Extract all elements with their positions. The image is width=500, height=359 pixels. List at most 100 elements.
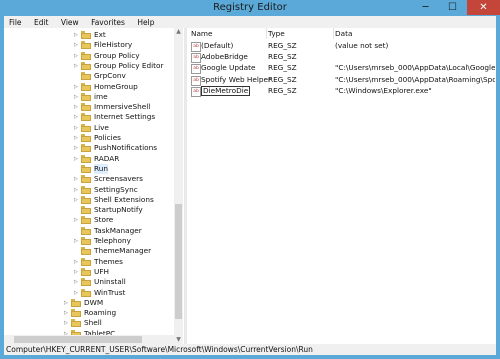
scroll-up-icon[interactable]: ▲ — [174, 28, 183, 36]
string-value-icon: ab — [191, 64, 201, 75]
registry-editor-window: Registry Editor ─ ☐ ✕ File Edit View Fav… — [0, 0, 500, 359]
value-row[interactable]: ab DieMetroDie REG_SZ "C:\Windows\Explorer.… — [187, 85, 496, 97]
tree-item-label: ime — [94, 91, 108, 101]
expand-arrow-icon[interactable]: ▷ — [74, 133, 80, 143]
string-value-icon: ab — [191, 42, 201, 52]
string-value-icon: ab — [191, 86, 201, 97]
folder-icon — [81, 134, 91, 142]
close-button[interactable]: ✕ — [467, 0, 500, 15]
column-header-name[interactable]: Name — [187, 28, 267, 39]
folder-icon — [81, 267, 91, 276]
expand-arrow-icon[interactable]: ▷ — [74, 102, 80, 112]
tree-item-label: ThemeManager — [94, 246, 152, 256]
tree-item-label: FileHistory — [94, 40, 133, 50]
expand-arrow-icon[interactable]: ▷ — [74, 257, 80, 267]
value-data: (value not set) — [335, 41, 389, 50]
expand-arrow-icon[interactable]: ▷ — [74, 61, 80, 71]
expand-arrow-icon[interactable] — [74, 205, 80, 215]
column-header-type[interactable]: Type — [267, 28, 334, 39]
tree-item-label: PushNotifications — [94, 143, 157, 153]
expand-arrow-icon[interactable] — [74, 164, 80, 174]
expand-arrow-icon[interactable]: ▷ — [74, 143, 80, 153]
tree-item-label: Ext — [94, 30, 106, 39]
folder-icon — [71, 309, 81, 318]
expand-arrow-icon[interactable]: ▷ — [74, 185, 80, 195]
expand-arrow-icon[interactable]: ▷ — [74, 288, 80, 298]
tree-vertical-scrollbar[interactable]: ▲ ▼ — [174, 28, 183, 344]
expand-arrow-icon[interactable]: ▷ — [74, 30, 80, 40]
expand-arrow-icon[interactable]: ▷ — [74, 215, 80, 225]
expand-arrow-icon[interactable]: ▷ — [64, 318, 70, 328]
folder-icon — [81, 185, 91, 194]
expand-arrow-icon[interactable]: ▷ — [74, 277, 80, 287]
expand-arrow-icon[interactable] — [74, 226, 80, 236]
value-data: "C:\Users\mrseb_000\AppData\Local\Google… — [335, 63, 495, 73]
value-name-edit-field[interactable]: DieMetroDie — [201, 85, 251, 96]
folder-icon — [81, 206, 91, 215]
tree-item-label: ImmersiveShell — [94, 102, 151, 112]
expand-arrow-icon[interactable]: ▷ — [74, 195, 80, 205]
expand-arrow-icon[interactable]: ▷ — [74, 236, 80, 246]
expand-arrow-icon[interactable]: ▷ — [74, 267, 80, 277]
expand-arrow-icon[interactable]: ▷ — [74, 51, 80, 61]
tree-item-label: Screensavers — [94, 174, 143, 184]
menu-help[interactable]: Help — [132, 16, 159, 28]
expand-arrow-icon[interactable]: ▷ — [74, 174, 80, 184]
key-tree: ▷ Ext ▷ FileHistory ▷ Group Policy ▷ Group Poli… — [4, 28, 182, 344]
menu-view[interactable]: View — [56, 16, 84, 28]
folder-icon — [81, 144, 91, 153]
expand-arrow-icon[interactable]: ▷ — [64, 308, 70, 318]
expand-arrow-icon[interactable]: ▷ — [74, 154, 80, 164]
tree-item-label: DWM — [84, 297, 104, 307]
folder-icon — [81, 82, 91, 91]
value-type: REG_SZ — [268, 41, 297, 50]
expand-arrow-icon[interactable]: ▷ — [74, 40, 80, 50]
string-value-icon: ab — [191, 75, 201, 86]
menu-file[interactable]: File — [4, 16, 27, 28]
value-type: REG_SZ — [268, 52, 297, 62]
tree-item-label: Group Policy — [94, 50, 140, 60]
title-bar[interactable]: Registry Editor ─ ☐ ✕ — [0, 0, 500, 16]
maximize-button[interactable]: ☐ — [440, 0, 465, 15]
tree-item-label: UFH — [94, 266, 110, 276]
tree-item-label: WinTrust — [94, 287, 126, 297]
column-header-data[interactable]: Data — [334, 28, 496, 39]
expand-arrow-icon[interactable]: ▷ — [74, 92, 80, 102]
expand-arrow-icon[interactable]: ▷ — [74, 112, 80, 122]
expand-arrow-icon[interactable] — [74, 71, 80, 81]
folder-icon — [81, 41, 91, 50]
folder-icon — [71, 319, 81, 328]
folder-icon — [81, 123, 91, 132]
tree-item-label: Shell — [84, 318, 102, 328]
value-row[interactable]: ab Google Update REG_SZ "C:\Users\mrseb_000… — [187, 63, 496, 75]
value-name: (Default) — [201, 41, 234, 50]
string-value-icon: ab — [191, 53, 201, 64]
expand-arrow-icon[interactable]: ▷ — [74, 123, 80, 133]
minimize-button[interactable]: ─ — [413, 0, 438, 15]
expand-arrow-icon[interactable]: ▷ — [74, 82, 80, 92]
menu-favorites[interactable]: Favorites — [86, 16, 130, 28]
scroll-thumb[interactable] — [175, 204, 182, 319]
value-type: REG_SZ — [268, 74, 297, 84]
values-pane: Name Type Data ab (Default) REG_SZ (value n… — [187, 28, 496, 344]
value-row[interactable]: ab AdobeBridge REG_SZ — [187, 52, 496, 64]
hscroll-thumb[interactable] — [14, 336, 142, 343]
folder-icon — [81, 92, 91, 101]
tree-item-label: Themes — [94, 256, 123, 266]
expand-arrow-icon[interactable] — [74, 246, 80, 256]
scroll-down-icon[interactable]: ▼ — [174, 336, 183, 344]
value-row[interactable]: ab (Default) REG_SZ (value not set) — [187, 41, 496, 52]
tree-horizontal-scrollbar[interactable] — [4, 335, 174, 344]
folder-icon — [71, 298, 81, 307]
status-bar: Computer\HKEY_CURRENT_USER\Software\Micr… — [4, 344, 496, 355]
tree-item-label: SettingSync — [94, 184, 138, 194]
value-data: "C:\Users\mrseb_000\AppData\Roaming\Spot… — [335, 74, 495, 84]
value-type: REG_SZ — [268, 85, 297, 95]
tree-item-label: Policies — [94, 133, 121, 142]
value-row[interactable]: ab Spotify Web Helper REG_SZ "C:\Users\mrse… — [187, 74, 496, 86]
menu-edit[interactable]: Edit — [29, 16, 54, 28]
value-type: REG_SZ — [268, 63, 297, 73]
expand-arrow-icon[interactable]: ▷ — [64, 298, 70, 308]
folder-icon — [81, 113, 91, 122]
folder-icon — [81, 103, 91, 112]
